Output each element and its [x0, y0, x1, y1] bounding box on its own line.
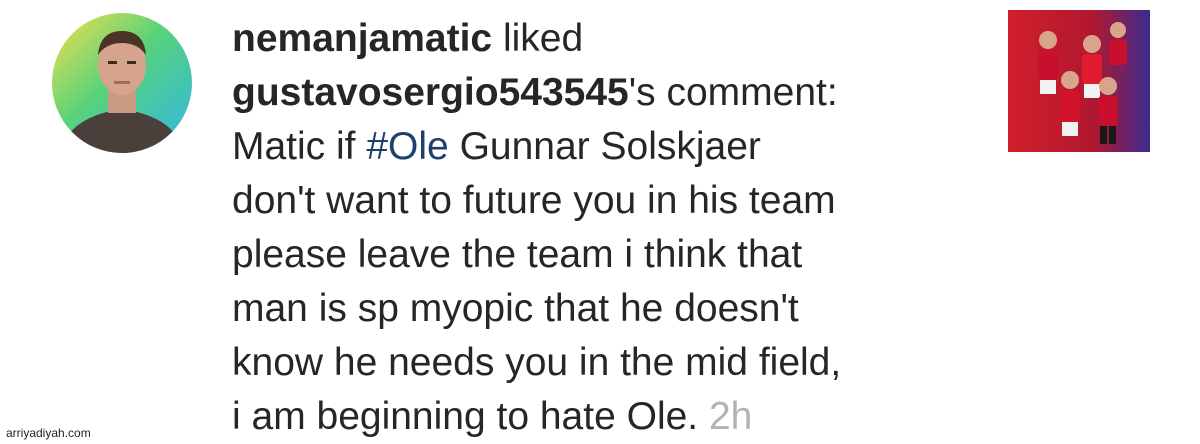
timestamp: 2h	[708, 395, 753, 438]
hashtag-link[interactable]: #Ole	[366, 125, 448, 168]
comment-line: don't want to future you in his team	[232, 179, 836, 222]
notification-text: nemanjamatic liked gustavosergio543545's…	[232, 12, 992, 444]
comment-text: i am beginning to hate Ole.	[232, 395, 699, 438]
comment-line: know he needs you in the mid field,	[232, 341, 842, 384]
avatar[interactable]	[52, 13, 192, 153]
notification-line-2: gustavosergio543545's comment:	[232, 66, 992, 120]
comment-line: Matic if #Ole Gunnar Solskjaer	[232, 120, 992, 174]
comment-line: please leave the team i think that	[232, 233, 803, 276]
post-thumbnail[interactable]	[1008, 10, 1150, 152]
comment-line: man is sp myopic that he doesn't	[232, 287, 799, 330]
post-thumbnail-image	[1008, 10, 1150, 152]
comment-text: Gunnar Solskjaer	[448, 125, 761, 168]
avatar-image	[52, 13, 192, 153]
comment-text: Matic if	[232, 125, 367, 168]
possessive-text: 's comment:	[628, 71, 838, 114]
commenter-username[interactable]: gustavosergio543545	[232, 71, 629, 114]
notification-line-1: nemanjamatic liked	[232, 12, 992, 66]
comment-line: i am beginning to hate Ole. 2h	[232, 390, 992, 444]
actor-username[interactable]: nemanjamatic	[232, 17, 492, 60]
watermark: arriyadiyah.com	[6, 426, 91, 440]
action-text: liked	[492, 17, 584, 60]
